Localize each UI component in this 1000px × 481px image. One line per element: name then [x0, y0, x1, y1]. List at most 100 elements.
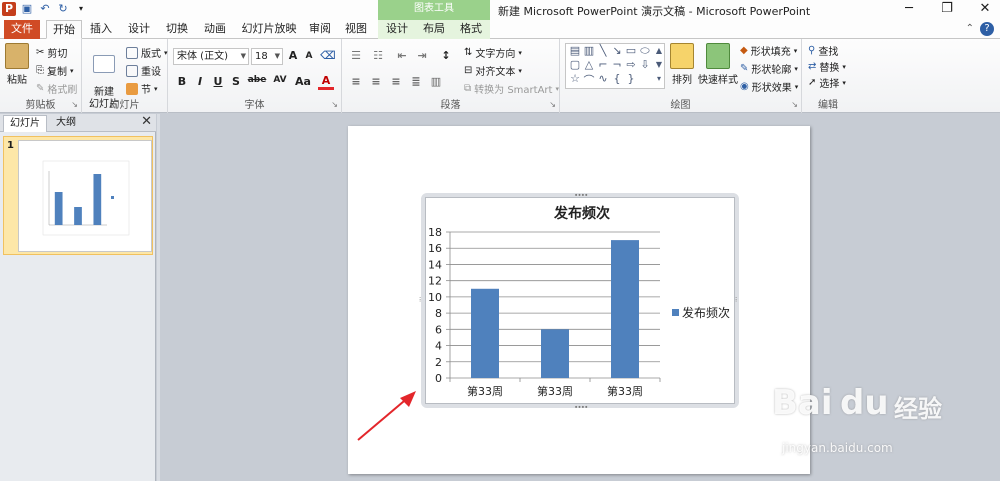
resize-handle-top[interactable]: ∙∙∙∙ [574, 191, 588, 199]
italic-button[interactable]: I [192, 75, 208, 88]
tab-transitions[interactable]: 切换 [162, 20, 192, 39]
tab-animations[interactable]: 动画 [200, 20, 230, 39]
font-color-button[interactable]: A [318, 74, 334, 90]
shape-effects-button[interactable]: ◉ 形状效果 ▾ [740, 79, 798, 94]
clipboard-launcher-icon[interactable]: ↘ [71, 100, 78, 109]
brace-right-shape-icon[interactable]: } [624, 72, 638, 85]
tab-chart-design[interactable]: 设计 [378, 20, 416, 39]
text-direction-button[interactable]: ⇅ 文字方向 ▾ [464, 45, 522, 60]
arrow-line-shape-icon[interactable]: ↘ [610, 44, 624, 57]
replace-button[interactable]: ⇄ 替换 ▾ [808, 59, 846, 74]
change-case-button[interactable]: Aa [292, 75, 314, 88]
down-arrow-shape-icon[interactable]: ⇩ [638, 58, 652, 71]
line-shape-icon[interactable]: ╲ [596, 44, 610, 57]
gallery-up-icon[interactable]: ▲ [652, 46, 666, 55]
tab-design[interactable]: 设计 [124, 20, 154, 39]
font-launcher-icon[interactable]: ↘ [331, 100, 338, 109]
font-size-combo[interactable]: 18 ▼ [251, 48, 283, 65]
copy-button[interactable]: ⎘ 复制 ▾ [36, 63, 74, 78]
section-button[interactable]: 节 ▾ [126, 81, 158, 96]
align-right-icon[interactable]: ≡ [388, 75, 404, 88]
rounded-rect-shape-icon[interactable]: ▢ [568, 58, 582, 71]
elbow-shape-icon[interactable]: ⌐ [596, 58, 610, 71]
chart-area[interactable]: 发布频次 0 2 4 6 8 10 12 14 16 18 第33周 第33周 第33周 发布频次 [425, 197, 735, 404]
underline-button[interactable]: U [210, 75, 226, 88]
star-shape-icon[interactable]: ☆ [568, 72, 582, 85]
clear-format-icon[interactable]: ⌫ [320, 49, 336, 62]
redo-icon[interactable]: ↻ [56, 2, 70, 16]
quick-styles-button[interactable]: 快速样式 [698, 43, 738, 86]
bar[interactable] [611, 240, 639, 378]
resize-handle-left[interactable]: ⁝ [419, 296, 421, 304]
bar[interactable] [471, 288, 499, 378]
powerpoint-app-icon[interactable]: P [2, 2, 16, 16]
shadow-button[interactable]: S [228, 75, 244, 88]
minimize-icon[interactable]: ─ [902, 1, 916, 16]
shape-fill-button[interactable]: ◆ 形状填充 ▾ [740, 43, 797, 58]
pane-splitter[interactable] [157, 114, 160, 481]
justify-icon[interactable]: ≣ [408, 75, 424, 88]
triangle-shape-icon[interactable]: △ [582, 58, 596, 71]
align-left-icon[interactable]: ≡ [348, 75, 364, 88]
undo-icon[interactable]: ↶ [38, 2, 52, 16]
bullets-icon[interactable]: ☰ [348, 49, 364, 62]
rectangle-shape-icon[interactable]: ▭ [624, 44, 638, 57]
vtextbox-shape-icon[interactable]: ▥ [582, 44, 596, 57]
tab-slides-pane[interactable]: 幻灯片 [3, 115, 47, 132]
right-arrow-shape-icon[interactable]: ⇨ [624, 58, 638, 71]
tab-home[interactable]: 开始 [46, 20, 82, 39]
tab-file[interactable]: 文件 [4, 20, 40, 39]
align-center-icon[interactable]: ≡ [368, 75, 384, 88]
elbow2-shape-icon[interactable]: ¬ [610, 58, 624, 71]
textbox-shape-icon[interactable]: ▤ [568, 44, 582, 57]
legend-label[interactable]: 发布频次 [682, 305, 730, 320]
bar[interactable] [541, 329, 569, 378]
font-name-combo[interactable]: 宋体 (正文) ▼ [173, 48, 249, 65]
restore-icon[interactable]: ❐ [940, 1, 954, 16]
bold-button[interactable]: B [174, 75, 190, 88]
find-button[interactable]: ⚲ 查找 [808, 43, 838, 58]
tab-insert[interactable]: 插入 [86, 20, 116, 39]
shrink-font-button[interactable]: A [301, 51, 317, 61]
reset-button[interactable]: 重设 [126, 63, 161, 78]
columns-icon[interactable]: ▥ [428, 75, 444, 88]
freeform-shape-icon[interactable]: ∿ [596, 72, 610, 85]
decrease-indent-icon[interactable]: ⇤ [394, 49, 410, 62]
oval-shape-icon[interactable]: ⬭ [638, 44, 652, 58]
customize-qat-icon[interactable]: ▾ [74, 2, 88, 16]
tab-review[interactable]: 审阅 [306, 20, 334, 39]
gallery-more-icon[interactable]: ▾ [652, 74, 666, 83]
strikethrough-button[interactable]: abe [246, 75, 268, 85]
close-icon[interactable]: ✕ [978, 1, 992, 16]
grow-font-button[interactable]: A [285, 49, 301, 62]
smartart-button[interactable]: ⧉ 转换为 SmartArt ▾ [464, 81, 559, 96]
pane-close-icon[interactable]: ✕ [141, 114, 152, 129]
curve-shape-icon[interactable]: ⌒ [582, 72, 596, 88]
brace-left-shape-icon[interactable]: { [610, 72, 624, 85]
tab-outline-pane[interactable]: 大纲 [50, 115, 82, 132]
slide-thumbnail[interactable] [3, 136, 153, 255]
tab-chart-layout[interactable]: 布局 [416, 20, 452, 39]
tab-view[interactable]: 视图 [342, 20, 370, 39]
layout-button[interactable]: 版式 ▾ [126, 45, 168, 60]
arrange-button[interactable]: 排列 [666, 43, 698, 86]
font-size-dropdown-icon[interactable]: ▼ [275, 49, 280, 64]
shapes-gallery[interactable]: ▤ ▥ ╲ ↘ ▭ ⬭ ▢ △ ⌐ ¬ ⇨ ⇩ ☆ ⌒ ∿ { } ▲ ▼ ▾ [565, 43, 665, 89]
drawing-launcher-icon[interactable]: ↘ [791, 100, 798, 109]
resize-handle-right[interactable]: ⁝ [735, 296, 737, 304]
select-button[interactable]: ➚ 选择 ▾ [808, 75, 846, 90]
cut-button[interactable]: ✂ 剪切 [36, 45, 67, 60]
format-painter-button[interactable]: ✎ 格式刷 [36, 81, 77, 96]
chart-title[interactable]: 发布频次 [553, 205, 610, 222]
increase-indent-icon[interactable]: ⇥ [414, 49, 430, 62]
resize-handle-bottom[interactable]: ∙∙∙∙ [574, 403, 588, 411]
shape-outline-button[interactable]: ✎ 形状轮廓 ▾ [740, 61, 798, 76]
gallery-down-icon[interactable]: ▼ [652, 60, 666, 69]
tab-chart-format[interactable]: 格式 [452, 20, 490, 39]
align-text-button[interactable]: ⊟ 对齐文本 ▾ [464, 63, 522, 78]
tab-slideshow[interactable]: 幻灯片放映 [238, 20, 300, 39]
line-spacing-icon[interactable]: ↕ [438, 49, 454, 62]
char-spacing-button[interactable]: AV [270, 75, 290, 85]
paragraph-launcher-icon[interactable]: ↘ [549, 100, 556, 109]
minimize-ribbon-icon[interactable]: ⌃ [966, 23, 974, 34]
